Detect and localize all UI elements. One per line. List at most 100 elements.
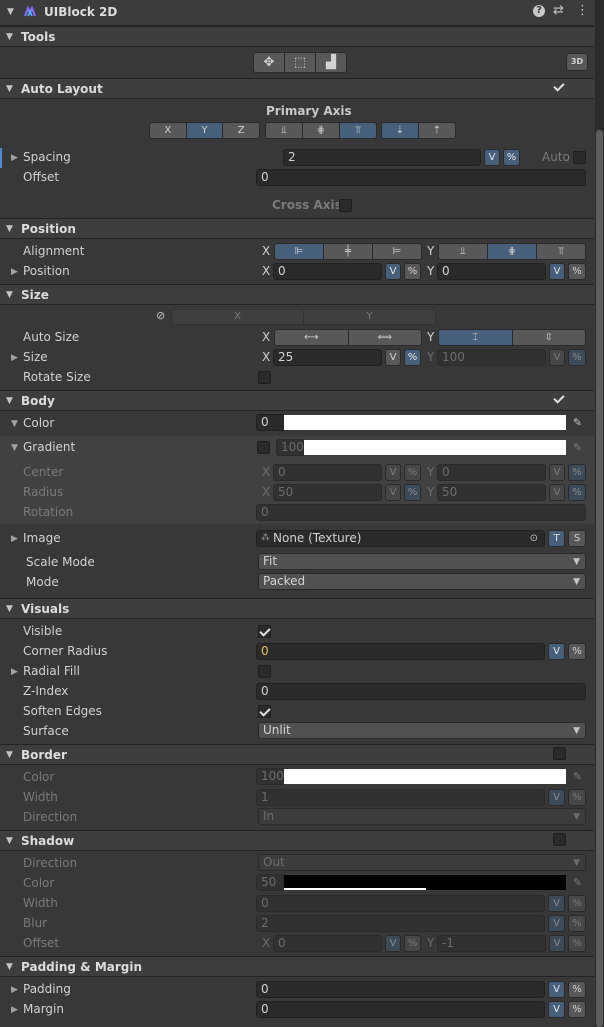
radius-x-input[interactable]: 50 [273,484,382,501]
size-y-percent-button[interactable]: % [568,349,586,366]
cross-axis-checkbox[interactable] [339,199,352,212]
axis-x-button[interactable]: X [149,122,187,139]
border-header[interactable]: ▼ Border [0,744,594,765]
padding-input[interactable]: 0 [256,981,545,998]
gradient-enabled-checkbox[interactable] [257,441,270,454]
margin-percent-button[interactable]: % [568,1001,586,1018]
shadow-enabled-checkbox[interactable] [553,833,566,846]
spacing-value-unit-button[interactable]: V [484,149,500,166]
center-x-value-button[interactable]: V [385,464,401,481]
radial-fill-fold-icon[interactable]: ▶ [11,667,18,677]
size-x-input[interactable]: 25 [273,349,382,366]
margin-value-button[interactable]: V [548,1001,565,1018]
image-object-field[interactable]: ⁂ None (Texture) ⊙ [256,530,545,547]
direction-reverse-icon[interactable]: ⇡ [418,122,456,139]
spacing-input[interactable]: 2 [283,149,481,166]
center-x-percent-button[interactable]: % [404,464,421,481]
position-header[interactable]: ▼ Position [0,218,594,239]
object-picker-icon[interactable]: ⊙ [530,531,538,546]
auto-size-y-expand-icon[interactable]: ⌶ [438,329,513,346]
axis-y-button[interactable]: Y [185,122,224,139]
color-swatch[interactable] [284,415,566,430]
align-y-bottom-icon[interactable]: ⫫ [438,243,488,260]
size-x-percent-button[interactable]: % [404,349,421,366]
radius-y-input[interactable]: 50 [437,484,546,501]
auto-size-x-expand-icon[interactable]: ⟷ [274,329,349,346]
margin-input[interactable]: 0 [256,1001,545,1018]
gradient-eyedropper-icon[interactable]: ✎ [570,440,585,455]
direction-forward-icon[interactable]: ⇣ [381,122,419,139]
surface-dropdown[interactable]: Unlit ▼ [258,722,586,739]
shadow-offset-x-value-button[interactable]: V [385,935,401,952]
gradient-color-swatch[interactable] [304,440,566,455]
box-tool-icon[interactable]: ⬚ [284,52,316,73]
mode-dropdown[interactable]: Packed ▼ [258,573,586,590]
border-enabled-checkbox[interactable] [553,747,566,760]
center-y-input[interactable]: 0 [437,464,546,481]
border-eyedropper-icon[interactable]: ✎ [570,769,585,784]
size-row-fold-icon[interactable]: ▶ [11,353,18,363]
shadow-alpha-input[interactable]: 50 [256,874,284,891]
padding-percent-button[interactable]: % [568,981,586,998]
border-width-value-button[interactable]: V [548,789,565,806]
gradient-fold-icon[interactable]: ▼ [11,443,18,453]
sprite-mode-button[interactable]: S [568,530,586,547]
eyedropper-icon[interactable]: ✎ [570,415,585,430]
shadow-eyedropper-icon[interactable]: ✎ [570,875,585,890]
border-width-percent-button[interactable]: % [568,789,586,806]
margin-fold-icon[interactable]: ▶ [11,1005,18,1015]
help-icon[interactable]: ? [533,5,545,17]
shadow-offset-y-percent-button[interactable]: % [568,935,586,952]
body-header[interactable]: ▼ Body [0,390,594,411]
spacing-fold-icon[interactable]: ▶ [11,153,18,163]
padding-fold-icon[interactable]: ▶ [11,985,18,995]
inspector-scrollbar-thumb[interactable] [596,130,603,1027]
shadow-width-input[interactable]: 0 [256,895,545,912]
padding-value-button[interactable]: V [548,981,565,998]
padding-margin-header[interactable]: ▼ Padding & Margin [0,956,594,977]
z-index-input[interactable]: 0 [256,683,586,700]
axis-z-button[interactable]: Z [222,122,261,139]
move-tool-icon[interactable]: ✥ [253,52,285,73]
position-y-input[interactable]: 0 [437,263,546,280]
border-alpha-input[interactable]: 100 [256,768,284,785]
shadow-header[interactable]: ▼ Shadow [0,830,594,851]
shadow-blur-percent-button[interactable]: % [568,915,586,932]
image-fold-icon[interactable]: ▶ [11,534,18,544]
auto-layout-header[interactable]: ▼ Auto Layout [0,78,594,99]
context-menu-icon[interactable]: ⋮ [576,3,589,18]
align-middle-icon[interactable]: ⋕ [302,122,340,139]
body-enabled-checkbox[interactable] [553,393,566,406]
center-y-percent-button[interactable]: % [568,464,586,481]
align-bottom-icon[interactable]: ⫫ [265,122,303,139]
radial-fill-checkbox[interactable] [258,665,271,678]
rotation-input[interactable]: 0 [256,504,586,521]
component-fold-arrow[interactable]: ▼ [7,7,14,17]
align-right-icon[interactable]: ⊨ [372,243,422,260]
gradient-alpha-input[interactable]: 100 [276,439,304,456]
auto-size-x-shrink-icon[interactable]: ⟺ [347,329,422,346]
corner-radius-input[interactable]: 0 [256,643,545,660]
center-y-value-button[interactable]: V [549,464,565,481]
rotate-size-checkbox[interactable] [258,371,271,384]
presets-icon[interactable]: ⇄ [553,3,564,18]
position-y-percent-button[interactable]: % [568,263,586,280]
align-y-top-icon[interactable]: ⫪ [536,243,586,260]
size-y-value-button[interactable]: V [549,349,565,366]
layout-tool-icon[interactable]: ▟ [315,52,347,73]
shadow-width-value-button[interactable]: V [548,895,565,912]
position-x-value-button[interactable]: V [385,263,401,280]
offset-input[interactable]: 0 [256,169,586,186]
center-x-input[interactable]: 0 [273,464,382,481]
position-x-input[interactable]: 0 [273,263,382,280]
position-row-fold-icon[interactable]: ▶ [11,267,18,277]
position-x-percent-button[interactable]: % [404,263,421,280]
tools-header[interactable]: ▼ Tools [0,26,594,47]
aspect-link-icon[interactable]: ⊘ [156,309,165,322]
radius-y-value-button[interactable]: V [549,484,565,501]
shadow-offset-y-value-button[interactable]: V [549,935,565,952]
color-alpha-input[interactable]: 0 [256,414,284,431]
radius-x-percent-button[interactable]: % [404,484,421,501]
shadow-color-swatch[interactable] [284,875,566,890]
scale-mode-dropdown[interactable]: Fit ▼ [258,553,586,570]
